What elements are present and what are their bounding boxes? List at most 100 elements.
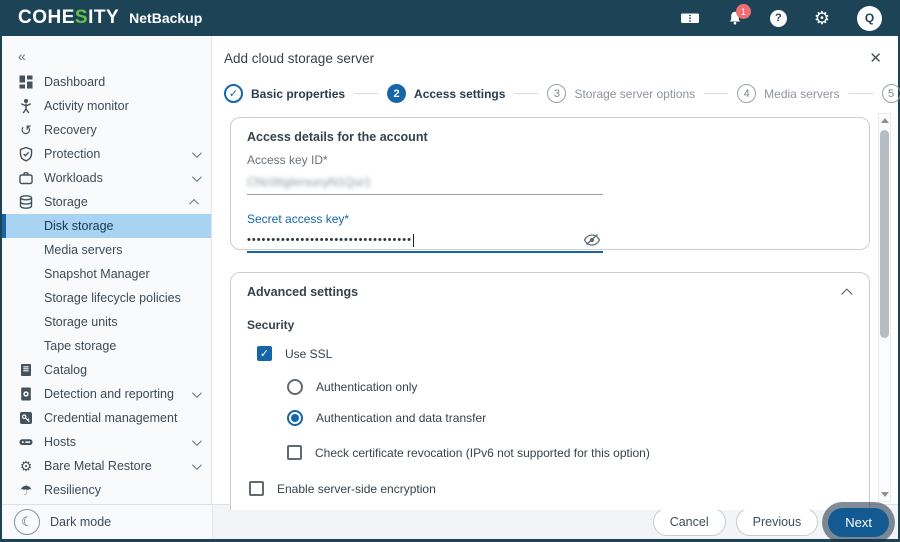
scroll-up-arrow[interactable] <box>880 118 889 123</box>
settings-gear-icon[interactable]: ⚙ <box>814 9 830 27</box>
step-basic-properties[interactable]: ✓ Basic properties <box>224 84 345 103</box>
enable-server-side-encryption-checkbox[interactable] <box>249 481 264 496</box>
sidebar-collapse-icon[interactable]: « <box>2 48 211 70</box>
wizard-stepper: ✓ Basic properties 2 Access settings 3 S… <box>212 67 900 103</box>
sidebar-item-activity-monitor[interactable]: Activity monitor <box>2 94 211 118</box>
brand-text-end: ITY <box>88 7 120 28</box>
sidebar-item-label: Storage lifecycle policies <box>44 291 181 305</box>
step-connector <box>514 93 539 94</box>
scrollbar-thumb[interactable] <box>880 130 889 338</box>
vertical-scrollbar[interactable] <box>878 113 891 502</box>
sidebar-item-label: Hosts <box>44 435 76 449</box>
help-icon[interactable]: ? <box>769 9 787 27</box>
sidebar-item-storage-units[interactable]: Storage units <box>2 310 211 334</box>
sidebar-item-catalog[interactable]: Catalog <box>2 358 211 382</box>
cert-revocation-row: Check certificate revocation (IPv6 not s… <box>287 445 853 460</box>
question-glyph: ? <box>769 9 787 27</box>
umbrella-icon: ☂ <box>19 482 33 498</box>
sidebar-item-label: Storage units <box>44 315 118 329</box>
authentication-and-data-transfer-radio[interactable] <box>287 410 303 426</box>
chevron-down-icon <box>191 435 202 446</box>
access-details-card: Access details for the account Access ke… <box>230 117 870 253</box>
sidebar-item-label: Workloads <box>44 171 103 185</box>
access-key-id-field[interactable]: CNc0tIgIersucyN1Qur1 <box>247 175 603 195</box>
sidebar-item-snapshot-manager[interactable]: Snapshot Manager <box>2 262 211 286</box>
sidebar-item-recovery[interactable]: ↺ Recovery <box>2 118 211 142</box>
sidebar-item-protection[interactable]: Protection <box>2 142 211 166</box>
next-button[interactable]: Next <box>828 507 889 537</box>
step-storage-server-options[interactable]: 3 Storage server options <box>547 84 695 103</box>
show-password-eye-icon[interactable] <box>583 233 601 247</box>
sidebar-item-storage[interactable]: Storage <box>2 190 211 214</box>
sidebar-item-storage-lifecycle-policies[interactable]: Storage lifecycle policies <box>2 286 211 310</box>
brand-text: COHE <box>18 7 75 28</box>
notifications-bell-icon[interactable]: 1 <box>727 4 751 26</box>
chevron-down-icon <box>191 459 202 470</box>
shield-check-icon <box>18 146 34 162</box>
step-number: 3 <box>547 84 567 103</box>
sidebar-item-label: Dashboard <box>44 75 106 89</box>
gear-glyph: ⚙ <box>813 8 830 28</box>
dashboard-icon <box>18 74 34 90</box>
page-title: Add cloud storage server <box>224 50 375 66</box>
sidebar-item-hosts[interactable]: Hosts <box>2 430 211 454</box>
sidebar-item-credential-management[interactable]: Credential management <box>2 406 211 430</box>
notification-badge: 1 <box>735 4 751 19</box>
step-number: 5 <box>881 84 900 103</box>
step-label: Access settings <box>414 86 506 101</box>
product-name: NetBackup <box>129 10 203 26</box>
top-bar: COHESITY NetBackup 1 ? ⚙ Q <box>2 0 898 36</box>
sidebar-item-label: Media servers <box>44 243 123 257</box>
close-icon[interactable]: ✕ <box>869 49 882 67</box>
sse-row: Enable server-side encryption <box>249 481 853 496</box>
ticket-icon[interactable] <box>680 10 700 26</box>
step-check-icon: ✓ <box>224 84 243 103</box>
authentication-only-radio[interactable] <box>287 379 303 395</box>
use-ssl-checkbox[interactable]: ✓ <box>257 346 272 361</box>
sidebar-item-detection-and-reporting[interactable]: Detection and reporting <box>2 382 211 406</box>
secret-access-key-value: •••••••••••••••••••••••••••••••••• <box>247 234 412 246</box>
previous-button[interactable]: Previous <box>735 508 819 536</box>
step-access-settings[interactable]: 2 Access settings <box>387 84 505 103</box>
text-caret <box>412 233 414 247</box>
step-connector <box>848 93 873 94</box>
sidebar-item-dashboard[interactable]: Dashboard <box>2 70 211 94</box>
step-connector <box>354 93 379 94</box>
dark-mode-toggle[interactable]: ☾ Dark mode <box>2 505 213 539</box>
advanced-settings-header[interactable]: Advanced settings <box>247 285 853 300</box>
sidebar-item-disk-storage[interactable]: Disk storage <box>2 214 211 238</box>
chevron-down-icon <box>191 147 202 158</box>
sidebar-item-label: Snapshot Manager <box>44 267 150 281</box>
step-label: Media servers <box>764 86 840 101</box>
catalog-book-icon <box>18 362 34 378</box>
sidebar-item-bare-metal-restore[interactable]: ⚙ Bare Metal Restore <box>2 454 211 478</box>
sidebar-item-resiliency[interactable]: ☂ Resiliency <box>2 478 211 502</box>
security-section-label: Security <box>247 318 295 332</box>
sidebar-item-label: Disk storage <box>44 219 114 233</box>
sidebar-item-label: Recovery <box>44 123 97 137</box>
secret-access-key-field[interactable]: •••••••••••••••••••••••••••••••••• <box>247 226 603 253</box>
sidebar-item-label: Storage <box>44 195 88 209</box>
sidebar-item-label: Bare Metal Restore <box>44 459 152 473</box>
sidebar-item-tape-storage[interactable]: Tape storage <box>2 334 211 358</box>
sidebar-item-label: Resiliency <box>44 483 101 497</box>
check-certificate-revocation-checkbox[interactable] <box>287 445 302 460</box>
step-review[interactable]: 5 Review <box>881 84 900 103</box>
sidebar: « Dashboard Activity monitor ↺ Recovery … <box>2 36 212 504</box>
sidebar-item-label: Activity monitor <box>44 99 129 113</box>
secret-access-key-label: Secret access key* <box>247 212 350 226</box>
sidebar-item-workloads[interactable]: Workloads <box>2 166 211 190</box>
step-media-servers[interactable]: 4 Media servers <box>737 84 840 103</box>
sidebar-item-media-servers[interactable]: Media servers <box>2 238 211 262</box>
enable-server-side-encryption-label: Enable server-side encryption <box>277 481 436 496</box>
scroll-down-arrow[interactable] <box>880 492 889 497</box>
cancel-button[interactable]: Cancel <box>652 508 726 536</box>
key-icon <box>18 410 34 426</box>
sidebar-item-label: Tape storage <box>44 339 117 353</box>
user-avatar[interactable]: Q <box>857 5 882 31</box>
cohesity-logo: COHESITY <box>18 7 119 29</box>
sidebar-item-label: Catalog <box>44 363 88 377</box>
step-connector <box>704 93 729 94</box>
activity-monitor-icon <box>18 98 34 114</box>
advanced-settings-title: Advanced settings <box>247 285 359 299</box>
